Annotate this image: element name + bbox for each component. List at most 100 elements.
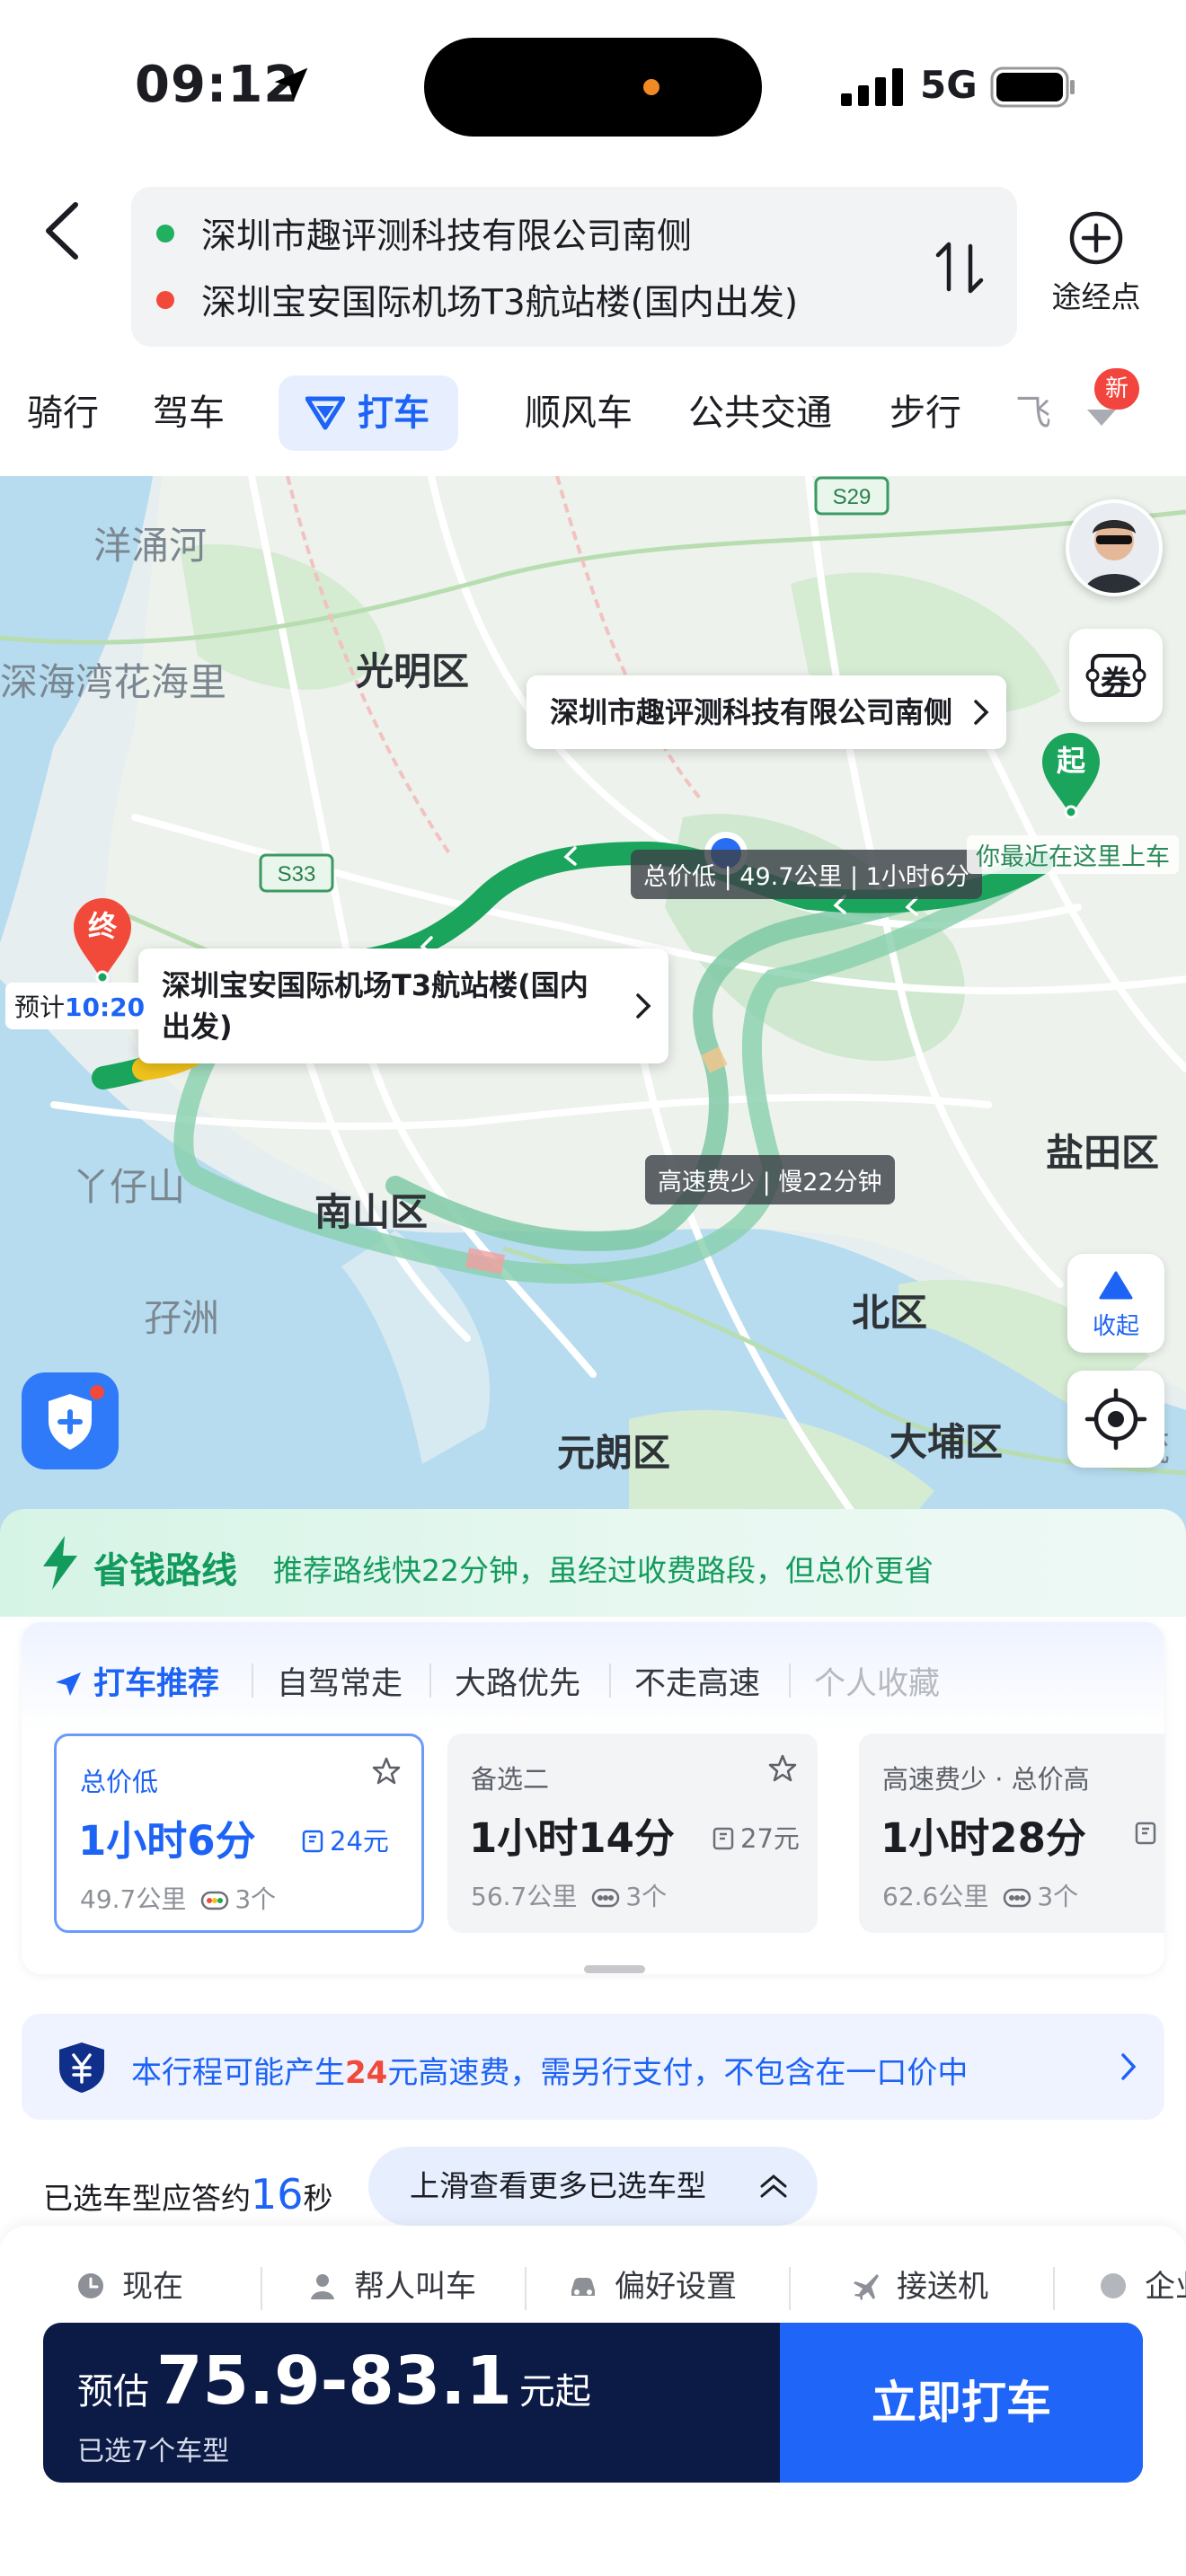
route-option-3[interactable]: 高速费少 · 总价高 1小时28分 62.6公里 3个 — [859, 1734, 1164, 1933]
tab-taxi[interactable]: 打车 — [279, 375, 458, 451]
toll-amount: 24 — [345, 2055, 388, 2091]
route-tag-main[interactable]: 总价低 | 49.7公里 | 1小时6分 — [631, 850, 982, 899]
more-models-label: 上滑查看更多已选车型 — [410, 2168, 706, 2203]
taxi-logo-icon — [305, 396, 345, 430]
origin-callout-text: 深圳市趣评测科技有限公司南侧 — [550, 695, 953, 729]
travel-mode-tabs: 骑行 驾车 打车 顺风车 公共交通 步行 飞 — [0, 368, 1186, 458]
avatar[interactable] — [1066, 499, 1163, 596]
waypoint-label: 途经点 — [1051, 279, 1141, 314]
plan-tab-common[interactable]: 自驾常走 — [277, 1658, 403, 1704]
chevron-right-icon — [636, 993, 651, 1019]
route-option-label: 备选二 — [471, 1764, 550, 1795]
route-option-meta: 62.6公里 3个 — [882, 1877, 1078, 1913]
safety-shield-button[interactable] — [22, 1372, 119, 1469]
route-option-time: 1小时28分 — [881, 1814, 1086, 1862]
drag-handle[interactable] — [584, 1965, 645, 1973]
collapse-button[interactable]: 收起 — [1067, 1254, 1164, 1353]
destination-callout[interactable]: 深圳宝安国际机场T3航站楼(国内出发) — [138, 948, 668, 1063]
saving-title: 省钱路线 — [93, 1550, 237, 1592]
eta-tag: 预计10:20 — [5, 983, 155, 1029]
eta-prefix: 预计 — [14, 992, 66, 1022]
map-view[interactable]: S29 S33 洋涌河 深海湾花海里 光明区 南山区 盐田区 北区 大埔区 元朗… — [0, 476, 1186, 1554]
new-badge: 新 — [1094, 368, 1139, 410]
option-label: 帮人叫车 — [354, 2269, 476, 2305]
origin-callout[interactable]: 深圳市趣评测科技有限公司南侧 — [527, 675, 1007, 749]
pickup-hint: 你最近在这里上车 — [967, 835, 1179, 874]
destination-field[interactable]: 深圳宝安国际机场T3航站楼(国内出发) — [156, 273, 798, 327]
tab-cycling[interactable]: 骑行 — [27, 368, 99, 458]
plane-icon — [854, 2274, 879, 2300]
star-icon[interactable] — [767, 1753, 798, 1784]
navigation-arrow-icon — [56, 1672, 81, 1696]
route-option-2[interactable]: 备选二 1小时14分 27元 56.7公里 3个 — [447, 1734, 818, 1933]
tab-flight-partial[interactable]: 飞 — [1015, 368, 1066, 458]
end-marker: 终 — [70, 895, 135, 984]
option-enterprise[interactable]: 企业 — [1098, 2262, 1186, 2306]
map-place-label: 丫仔山 — [72, 1165, 186, 1209]
swap-route-button[interactable] — [925, 235, 994, 300]
map-place-label: 洋涌河 — [93, 524, 208, 568]
option-call-for-others[interactable]: 帮人叫车 — [307, 2262, 476, 2306]
clock-icon — [78, 2273, 103, 2298]
route-option-label: 总价低 — [80, 1767, 159, 1797]
toll-icon — [712, 1827, 734, 1850]
add-waypoint-button[interactable]: 途经点 — [1042, 210, 1150, 316]
status-bar: 09:12 5G — [0, 0, 1186, 171]
option-preferences[interactable]: 偏好设置 — [568, 2262, 737, 2306]
map-district-label: 光明区 — [356, 649, 470, 693]
dynamic-island — [424, 38, 762, 137]
star-icon[interactable] — [371, 1756, 402, 1786]
car-settings-icon — [571, 2278, 595, 2296]
eta-time: 10:20 — [65, 992, 146, 1022]
coupon-button[interactable]: 券 — [1069, 629, 1163, 722]
traffic-light-icon — [592, 1888, 620, 1908]
route-option-lights: 3个 — [625, 1882, 668, 1911]
signal-icon — [841, 68, 903, 106]
toll-suffix: 元高速费，需另行支付，不包含在一口价中 — [387, 2055, 969, 2091]
shield-plus-icon — [49, 1385, 104, 1450]
map-district-label: 北区 — [852, 1291, 928, 1335]
option-label: 现在 — [122, 2269, 183, 2305]
origin-dot-icon — [156, 225, 174, 243]
route-option-meta: 56.7公里 3个 — [471, 1877, 667, 1913]
route-option-lights: 3个 — [1037, 1882, 1079, 1911]
options-bar: 现在 帮人叫车 偏好设置 接送机 企业 — [0, 2236, 1186, 2326]
route-option-toll: 27元 — [712, 1818, 800, 1856]
route-option-meta: 49.7公里 3个 — [80, 1880, 276, 1916]
tab-driving[interactable]: 驾车 — [153, 368, 225, 458]
end-marker-text: 终 — [87, 909, 117, 943]
plan-tab-recommended[interactable]: 打车推荐 — [54, 1658, 219, 1704]
origin-field[interactable]: 深圳市趣评测科技有限公司南侧 — [156, 207, 692, 260]
book-now-button[interactable]: 立即打车 — [780, 2323, 1143, 2483]
tab-taxi-label: 打车 — [358, 393, 429, 434]
back-button[interactable] — [36, 199, 92, 262]
plan-tab-main-road[interactable]: 大路优先 — [455, 1658, 580, 1704]
price-estimate[interactable]: 预估 75.9-83.1 元起 — [77, 2342, 591, 2420]
option-airport[interactable]: 接送机 — [850, 2262, 988, 2306]
route-option-toll-text: 24元 — [330, 1826, 389, 1857]
plan-tab-favorites[interactable]: 个人收藏 — [814, 1658, 940, 1704]
tab-carpool[interactable]: 顺风车 — [525, 368, 633, 458]
avatar-image — [1069, 503, 1159, 593]
triangle-up-icon — [1099, 1271, 1133, 1300]
booking-bar: 预估 75.9-83.1 元起 已选7个车型 立即打车 — [43, 2323, 1143, 2483]
option-label: 接送机 — [897, 2269, 988, 2305]
toll-notice[interactable]: 本行程可能产生24元高速费，需另行支付，不包含在一口价中 — [22, 2014, 1164, 2120]
locate-button[interactable] — [1067, 1371, 1164, 1468]
answer-prefix: 已选车型应答约 — [43, 2181, 251, 2216]
privacy-indicator — [643, 79, 659, 95]
tab-transit[interactable]: 公共交通 — [688, 368, 832, 458]
plan-tab-no-highway[interactable]: 不走高速 — [634, 1658, 760, 1704]
toll-icon — [302, 1830, 323, 1853]
road-badge-s29: S29 — [833, 485, 872, 509]
route-option-1[interactable]: 总价低 1小时6分 24元 49.7公里 3个 — [54, 1734, 424, 1933]
option-now[interactable]: 现在 — [75, 2262, 183, 2306]
saving-route-banner[interactable]: 省钱路线 推荐路线快22分钟，虽经过收费路段，但总价更省 — [0, 1509, 1186, 1617]
tab-walking[interactable]: 步行 — [890, 368, 961, 458]
toll-icon — [1135, 1822, 1156, 1845]
coupon-label: 券 — [1101, 665, 1131, 701]
chevron-right-icon — [1121, 2053, 1137, 2080]
destination-dot-icon — [156, 291, 174, 309]
route-tag-alt[interactable]: 高速费少 | 慢22分钟 — [645, 1155, 895, 1204]
more-models-pill[interactable]: 上滑查看更多已选车型 — [368, 2147, 818, 2226]
